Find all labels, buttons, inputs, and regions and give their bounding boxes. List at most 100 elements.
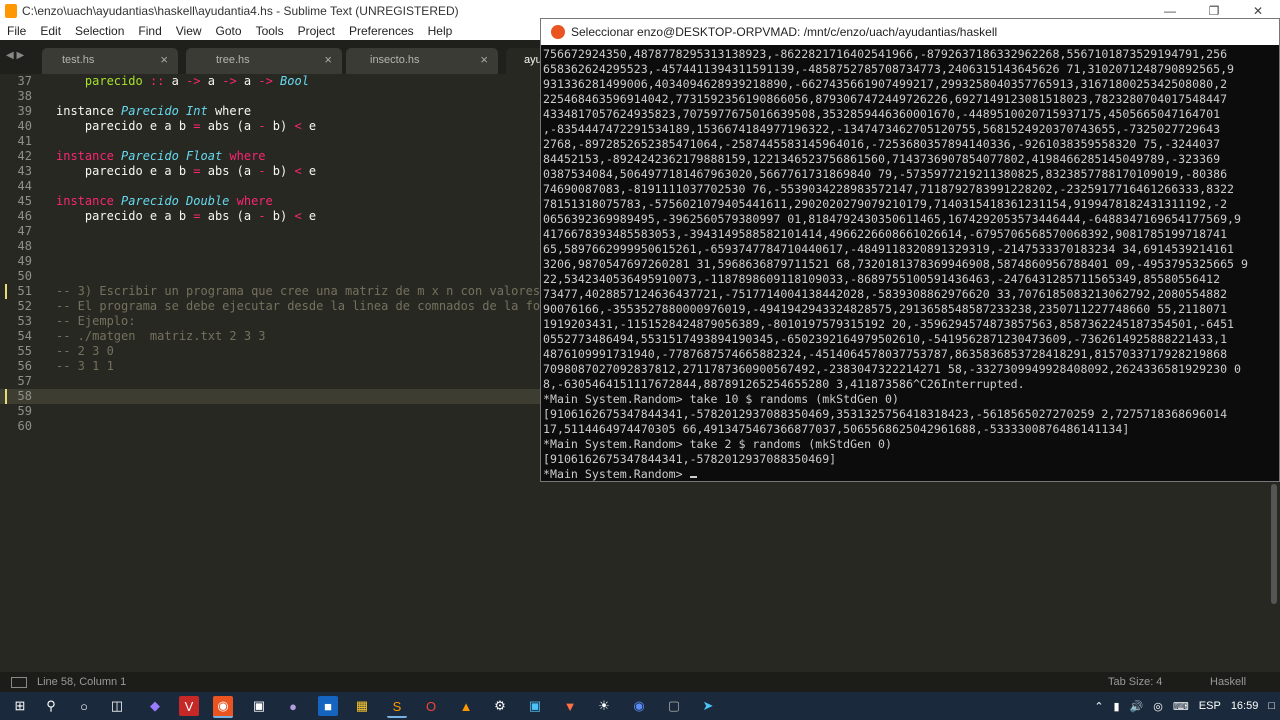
app-icon-4[interactable]: ■ xyxy=(318,696,338,716)
folder-icon[interactable]: ▦ xyxy=(352,696,372,716)
line-number: 37 xyxy=(17,74,32,88)
terminal-line: 4334817057624935823,7075977675016639508,… xyxy=(543,107,1221,121)
terminal-window[interactable]: Seleccionar enzo@DESKTOP-ORPVMAD: /mnt/c… xyxy=(540,18,1280,482)
tab-close-icon[interactable]: × xyxy=(480,48,488,72)
app-icon-3[interactable]: ● xyxy=(283,696,303,716)
cortana-icon[interactable]: ○ xyxy=(74,696,94,716)
line-code: instance Parecido Int where xyxy=(56,104,252,118)
menu-find[interactable]: Find xyxy=(131,22,168,40)
volume-icon[interactable]: 🔊 xyxy=(1130,700,1144,713)
terminal-line: 8,-6305464151117672844,88789126525465528… xyxy=(543,377,1025,391)
terminal-line: 65,5897662999950615261,-6593747784710440… xyxy=(543,242,1235,256)
steam-icon[interactable]: ⚙ xyxy=(490,696,510,716)
opera-icon[interactable]: O xyxy=(421,696,441,716)
terminal-line: [9106162675347844341,-578201293708835046… xyxy=(543,452,837,466)
app-icon-1[interactable]: ◆ xyxy=(145,696,165,716)
app-icon-2[interactable]: V xyxy=(179,696,199,716)
search-icon[interactable]: ⚲ xyxy=(41,696,61,716)
tab-close-icon[interactable]: × xyxy=(160,48,168,72)
tray-chevron-icon[interactable]: ⌃ xyxy=(1094,700,1103,713)
line-number: 59 xyxy=(17,404,32,418)
line-number: 54 xyxy=(17,329,32,343)
status-cursor-position: Line 58, Column 1 xyxy=(37,676,127,688)
app-icon-6[interactable]: ☀ xyxy=(594,696,614,716)
terminal-line: 90076166,-3553527880000976019,-494194294… xyxy=(543,302,1228,316)
line-number: 49 xyxy=(17,254,32,268)
line-number: 50 xyxy=(17,269,32,283)
terminal-line: 84452153,-8924242362179888159,1221346523… xyxy=(543,152,1221,166)
menu-tools[interactable]: Tools xyxy=(249,22,291,40)
panel-toggle-icon[interactable] xyxy=(11,677,27,688)
terminal-line: 1919203431,-1151528424879056389,-8010197… xyxy=(543,317,1235,331)
terminal-taskbar-icon[interactable]: ▣ xyxy=(249,696,269,716)
menu-view[interactable]: View xyxy=(169,22,209,40)
keyboard-icon[interactable]: ⌨ xyxy=(1173,700,1189,713)
line-code: parecido e a b = abs (a - b) < e xyxy=(56,119,317,133)
menu-goto[interactable]: Goto xyxy=(209,22,249,40)
terminal-output[interactable]: 756672924350,4878778295313138923,-862282… xyxy=(543,47,1277,481)
brave-icon[interactable]: ▼ xyxy=(560,696,580,716)
menu-preferences[interactable]: Preferences xyxy=(342,22,421,40)
line-code: parecido e a b = abs (a - b) < e xyxy=(56,209,317,223)
line-number: 52 xyxy=(17,299,32,313)
system-tray: ⌃ ▮ 🔊 ◎ ⌨ ESP 16:59 □ xyxy=(1089,692,1280,720)
app-icon-5[interactable]: ▣ xyxy=(525,696,545,716)
line-number: 42 xyxy=(17,149,32,163)
start-icon[interactable]: ⊞ xyxy=(10,696,30,716)
terminal-cursor xyxy=(689,476,697,478)
vlc-icon[interactable]: ▲ xyxy=(456,696,476,716)
terminal-line: 4876109991731940,-7787687574665882324,-4… xyxy=(543,347,1228,361)
clock[interactable]: 16:59 xyxy=(1231,700,1259,712)
line-number: 44 xyxy=(17,179,32,193)
discord-icon[interactable]: ◉ xyxy=(629,696,649,716)
menu-project[interactable]: Project xyxy=(291,22,342,40)
tab-close-icon[interactable]: × xyxy=(324,48,332,72)
menu-file[interactable]: File xyxy=(0,22,33,40)
sublime-app-icon xyxy=(5,4,17,18)
tab-insecto-hs[interactable]: insecto.hs × xyxy=(346,48,498,74)
line-code: -- ./matgen matriz.txt 2 3 3 xyxy=(56,329,266,343)
line-code: -- 3 1 1 xyxy=(56,359,114,373)
status-syntax[interactable]: Haskell xyxy=(1210,672,1246,692)
line-code: parecido e a b = abs (a - b) < e xyxy=(56,164,317,178)
terminal-line: 0552773486494,5531517493894190345,-65023… xyxy=(543,332,1228,346)
line-number: 48 xyxy=(17,239,32,253)
battery-icon[interactable]: ▮ xyxy=(1114,700,1120,713)
tab-test-hs[interactable]: test.hs × xyxy=(42,48,178,74)
tab-nav-arrows-icon[interactable]: ◀ ▶ xyxy=(6,50,24,61)
line-number: 46 xyxy=(17,209,32,223)
status-tab-size[interactable]: Tab Size: 4 xyxy=(1108,672,1162,692)
terminal-line: 658362624295523,-4574411394311591139,-48… xyxy=(543,62,1235,76)
terminal-title: Seleccionar enzo@DESKTOP-ORPVMAD: /mnt/c… xyxy=(571,25,998,39)
terminal-line: ,-8354447472291534189,153667418497719632… xyxy=(543,122,1221,136)
ubuntu-icon xyxy=(551,25,565,39)
task-view-icon[interactable]: ◫ xyxy=(107,696,127,716)
line-number: 38 xyxy=(17,89,32,103)
line-code: -- El programa se debe ejecutar desde la… xyxy=(56,299,541,313)
app-icon-8[interactable]: ➤ xyxy=(698,696,718,716)
menu-help[interactable]: Help xyxy=(421,22,460,40)
terminal-line: 2768,-8972852652385471064,-2587445583145… xyxy=(543,137,1221,151)
line-code: -- 3) Escribir un programa que cree una … xyxy=(56,284,541,298)
line-code: instance Parecido Float where xyxy=(56,149,266,163)
line-number: 45 xyxy=(17,194,32,208)
terminal-line: 4176678393485583053,-3943149588582101414… xyxy=(543,227,1228,241)
tab-tree-hs[interactable]: tree.hs × xyxy=(186,48,342,74)
terminal-line: [9106162675347844341,-578201293708835046… xyxy=(543,407,1228,421)
ubuntu-taskbar-icon[interactable]: ◉ xyxy=(213,696,233,718)
menu-edit[interactable]: Edit xyxy=(33,22,68,40)
line-code: -- Ejemplo: xyxy=(56,314,136,328)
notifications-icon[interactable]: □ xyxy=(1268,700,1275,712)
windows-taskbar: ⊞ ⚲ ○ ◫ ◆ V ◉ ▣ ● ■ ▦ S O ▲ ⚙ ▣ ▼ ☀ ◉ ▢ … xyxy=(0,692,1280,720)
app-icon-7[interactable]: ▢ xyxy=(664,696,684,716)
sublime-taskbar-icon[interactable]: S xyxy=(387,696,407,718)
line-code: -- 2 3 0 xyxy=(56,344,114,358)
menu-selection[interactable]: Selection xyxy=(68,22,131,40)
terminal-line: 78151318075783,-5756021079405441611,2902… xyxy=(543,197,1228,211)
language-indicator[interactable]: ESP xyxy=(1199,700,1221,712)
modified-line-marker xyxy=(5,389,7,404)
terminal-line: 22,5342340536495910073,-1187898609118109… xyxy=(543,272,1221,286)
terminal-line: 73477,4028857124636437721,-7517714004138… xyxy=(543,287,1228,301)
terminal-line: 0656392369989495,-3962560579380997 01,81… xyxy=(543,212,1242,226)
network-icon[interactable]: ◎ xyxy=(1153,700,1163,713)
